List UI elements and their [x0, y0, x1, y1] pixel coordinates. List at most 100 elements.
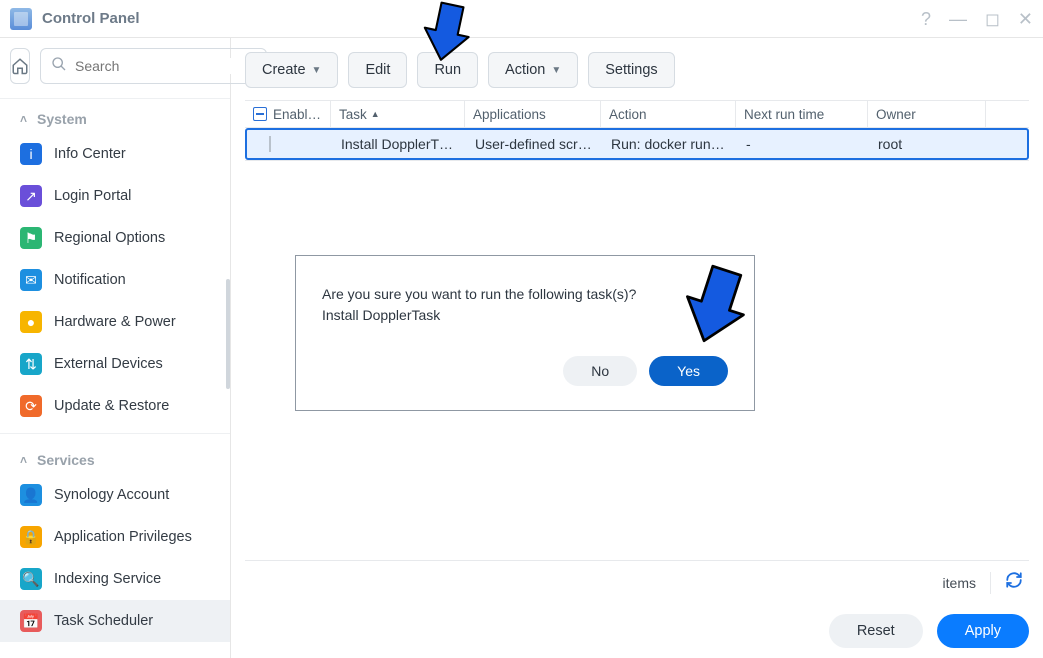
- sidebar-item-label: Regional Options: [54, 230, 165, 246]
- search-icon: [51, 56, 67, 77]
- col-enabled-label: Enabl…: [273, 107, 321, 122]
- reset-button[interactable]: Reset: [829, 614, 923, 648]
- sidebar-item-label: Hardware & Power: [54, 314, 176, 330]
- col-action[interactable]: Action: [601, 101, 736, 127]
- sidebar-item-label: Info Center: [54, 146, 126, 162]
- col-applications-label: Applications: [473, 107, 546, 122]
- cell-owner: root: [870, 136, 988, 152]
- sidebar-item[interactable]: 🔍Indexing Service: [0, 558, 230, 600]
- dialog-message: Are you sure you want to run the followi…: [322, 284, 728, 305]
- title-bar: Control Panel ? — ◻ ✕: [0, 0, 1043, 38]
- home-icon: [11, 57, 29, 75]
- col-task[interactable]: Task ▲: [331, 101, 465, 127]
- action-button[interactable]: Action ▼: [488, 52, 578, 88]
- help-icon[interactable]: ?: [921, 10, 931, 28]
- search-input[interactable]: [75, 58, 256, 74]
- create-label: Create: [262, 62, 306, 78]
- apply-label: Apply: [965, 623, 1001, 639]
- sidebar-item[interactable]: ↗ Login Portal: [0, 175, 230, 217]
- items-label: items: [943, 575, 976, 591]
- refresh-button[interactable]: [1005, 571, 1023, 594]
- separator: [990, 572, 991, 594]
- sidebar-item-label: Notification: [54, 272, 126, 288]
- status-bar: items: [245, 560, 1029, 604]
- dialog-detail: Install DopplerTask: [322, 305, 728, 326]
- dialog-no-label: No: [591, 363, 609, 379]
- sidebar-group-header[interactable]: ˄ Services: [0, 440, 230, 474]
- sidebar-item-label: Update & Restore: [54, 398, 169, 414]
- row-checkbox[interactable]: [269, 136, 271, 152]
- edit-button[interactable]: Edit: [348, 52, 407, 88]
- sidebar-item[interactable]: ● Hardware & Power: [0, 301, 230, 343]
- confirm-dialog: Are you sure you want to run the followi…: [295, 255, 755, 411]
- sidebar-item-icon: ●: [20, 311, 42, 333]
- refresh-icon: [1005, 571, 1023, 589]
- sidebar-item[interactable]: ⚑ Regional Options: [0, 217, 230, 259]
- run-label: Run: [434, 62, 461, 78]
- col-action-label: Action: [609, 107, 647, 122]
- app-icon: [10, 8, 32, 30]
- chevron-up-icon: ˄: [20, 453, 27, 467]
- col-owner[interactable]: Owner: [868, 101, 986, 127]
- sidebar-item-icon: ⟳: [20, 395, 42, 417]
- sidebar-item-icon: i: [20, 143, 42, 165]
- dialog-yes-button[interactable]: Yes: [649, 356, 728, 386]
- sidebar-item-label: Synology Account: [54, 487, 169, 503]
- sidebar-item-icon: ⚑: [20, 227, 42, 249]
- caret-down-icon: ▼: [551, 65, 561, 76]
- task-table: Enabl… Task ▲ Applications Action Next r…: [245, 100, 1029, 161]
- cell-applications: User-defined scr…: [467, 136, 603, 152]
- col-next-run-label: Next run time: [744, 107, 824, 122]
- minimize-icon[interactable]: —: [949, 10, 967, 28]
- sidebar-item[interactable]: ✉ Notification: [0, 259, 230, 301]
- settings-button[interactable]: Settings: [588, 52, 674, 88]
- window-title: Control Panel: [42, 10, 140, 27]
- reset-label: Reset: [857, 623, 895, 639]
- header-checkbox-icon[interactable]: [253, 107, 267, 121]
- table-row[interactable]: Install DopplerT… User-defined scr… Run:…: [245, 128, 1029, 160]
- cell-next-run: -: [738, 136, 870, 152]
- action-label: Action: [505, 62, 545, 78]
- col-next-run[interactable]: Next run time: [736, 101, 868, 127]
- cell-action: Run: docker run…: [603, 136, 738, 152]
- sort-asc-icon: ▲: [371, 109, 380, 119]
- sidebar-item-icon: ✉: [20, 269, 42, 291]
- settings-label: Settings: [605, 62, 657, 78]
- sidebar-item[interactable]: 🔒 Application Privileges: [0, 516, 230, 558]
- create-button[interactable]: Create ▼: [245, 52, 338, 88]
- sidebar-item-label: Login Portal: [54, 188, 131, 204]
- dialog-no-button[interactable]: No: [563, 356, 637, 386]
- cell-task: Install DopplerT…: [333, 136, 467, 152]
- sidebar: ˄ System i Info Center ↗ Login Portal ⚑ Regiona…: [0, 38, 231, 658]
- sidebar-group-label: System: [37, 111, 87, 127]
- col-owner-label: Owner: [876, 107, 916, 122]
- table-header-row: Enabl… Task ▲ Applications Action Next r…: [245, 100, 1029, 128]
- sidebar-item-label: External Devices: [54, 356, 163, 372]
- sidebar-group-label: Services: [37, 452, 95, 468]
- sidebar-item-label: Indexing Service: [54, 571, 161, 587]
- sidebar-item[interactable]: i Info Center: [0, 133, 230, 175]
- sidebar-item-icon: 👤: [20, 484, 42, 506]
- sidebar-item-icon: ↗: [20, 185, 42, 207]
- sidebar-item-label: Application Privileges: [54, 529, 192, 545]
- maximize-icon[interactable]: ◻: [985, 10, 1000, 28]
- sidebar-item-label: Task Scheduler: [54, 613, 153, 629]
- sidebar-item[interactable]: ⇅ External Devices: [0, 343, 230, 385]
- sidebar-item-icon: 🔒: [20, 526, 42, 548]
- sidebar-item-icon: ⇅: [20, 353, 42, 375]
- sidebar-item[interactable]: ⟳ Update & Restore: [0, 385, 230, 427]
- col-applications[interactable]: Applications: [465, 101, 601, 127]
- edit-label: Edit: [365, 62, 390, 78]
- run-button[interactable]: Run: [417, 52, 478, 88]
- home-button[interactable]: [10, 48, 30, 84]
- toolbar: Create ▼ Edit Run Action ▼ Settings: [245, 52, 1029, 88]
- sidebar-item[interactable]: 📅Task Scheduler: [0, 600, 230, 642]
- caret-down-icon: ▼: [312, 65, 322, 76]
- close-icon[interactable]: ✕: [1018, 10, 1033, 28]
- col-enabled[interactable]: Enabl…: [245, 101, 331, 127]
- chevron-up-icon: ˄: [20, 112, 27, 126]
- col-task-label: Task: [339, 107, 367, 122]
- sidebar-group-header[interactable]: ˄ System: [0, 99, 230, 133]
- sidebar-item[interactable]: 👤 Synology Account: [0, 474, 230, 516]
- apply-button[interactable]: Apply: [937, 614, 1029, 648]
